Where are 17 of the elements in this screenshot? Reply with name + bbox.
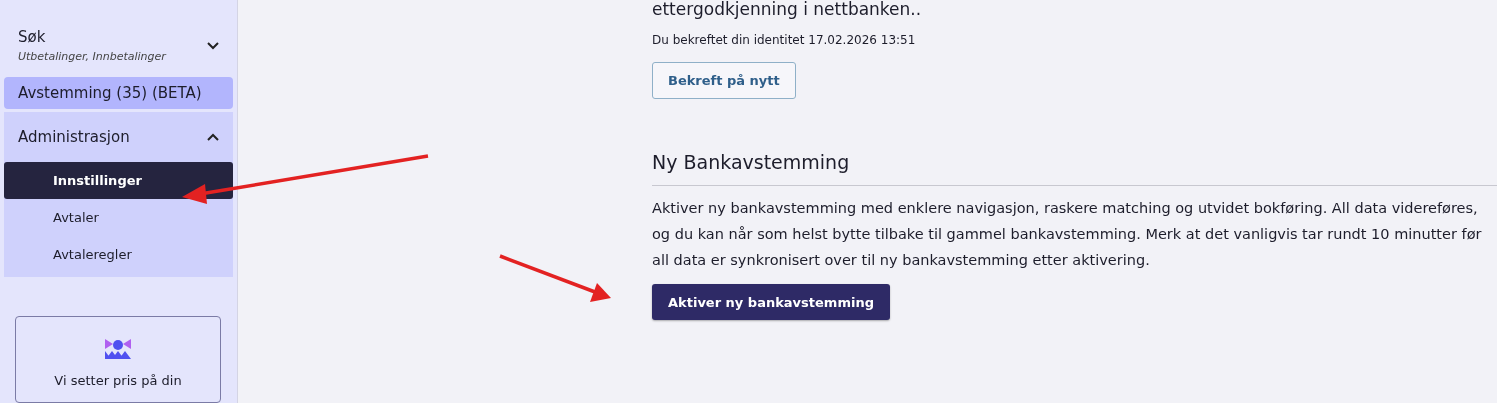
submenu-item[interactable]: Avtaleregler <box>4 236 233 274</box>
search-menu-item[interactable]: Søk Utbetalinger, Innbetalinger <box>4 0 237 77</box>
activate-button[interactable]: Aktiver ny bankavstemming <box>652 284 890 320</box>
identity-note: Du bekreftet din identitet 17.02.2026 13:51 <box>652 33 917 47</box>
reconfirm-button[interactable]: Bekreft på nytt <box>652 62 796 99</box>
nav-link[interactable]: Avstemming (35) (BETA) <box>4 77 233 110</box>
group-label: Administrasjon <box>18 128 130 147</box>
menu-label: Søk <box>18 28 47 46</box>
section-body: Aktiver ny bankavstemming med enklere navigasjon, raskere matching og utvidet bokføring. All data videreføres, og du kan når som helst bytte tilbake til gammel bankavstemming. Merk at det vanligvis tar rundt 10 minutter før all data er synkronisert over til ny bankavstemming etter aktivering. <box>652 199 1483 270</box>
submenu-item[interactable]: Innstillinger <box>4 162 233 200</box>
section-title: Ny Bankavstemming <box>652 151 851 173</box>
intro-text: ettergodkjenning i nettbanken.. <box>652 0 923 19</box>
feedback-text: Vi setter pris på din <box>54 373 182 389</box>
logo-icon <box>105 339 131 360</box>
menu-subtitle: Utbetalinger, Innbetalinger <box>18 50 166 63</box>
group-header[interactable]: Administrasjon <box>4 112 233 163</box>
submenu-item[interactable]: Avtaler <box>4 199 233 237</box>
